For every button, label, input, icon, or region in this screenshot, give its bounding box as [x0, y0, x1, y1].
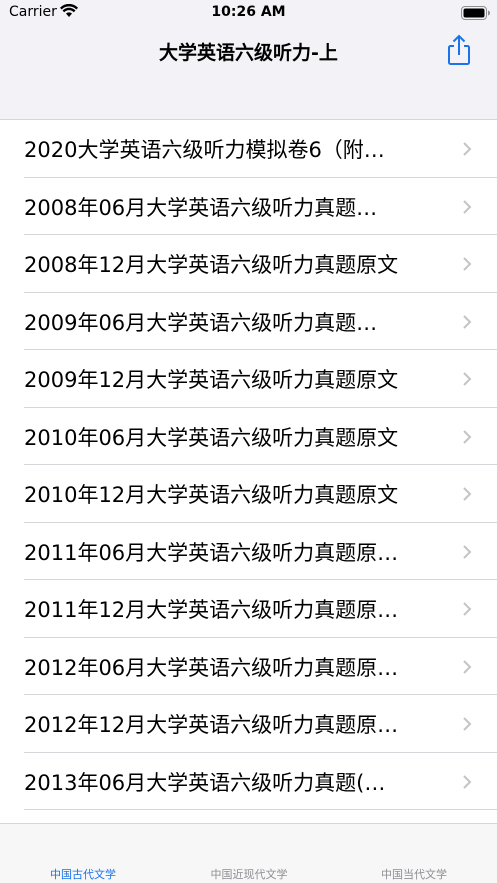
- page-title: 大学英语六级听力-上: [159, 42, 338, 64]
- share-icon: [448, 34, 470, 65]
- list-item-label: 2020大学英语六级听力模拟卷6（附…: [24, 138, 385, 162]
- chevron-right-icon: [463, 314, 472, 329]
- list-item-label: 2010年06月大学英语六级听力真题原文: [24, 425, 399, 450]
- list-item-label: 2011年06月大学英语六级听力真题原…: [24, 540, 399, 565]
- tab-contemporary-literature[interactable]: 中国当代文学: [331, 866, 497, 882]
- tab-modern-literature[interactable]: 中国近现代文学: [166, 866, 332, 882]
- list-item[interactable]: 2020大学英语六级听力模拟卷6（附…: [0, 120, 497, 178]
- tab-ancient-literature[interactable]: 中国古代文学: [0, 866, 166, 882]
- list-item-label: 2012年06月大学英语六级听力真题原…: [24, 655, 399, 680]
- tab-bar: 中国古代文学 中国近现代文学 中国当代文学: [0, 823, 497, 883]
- list-item-label: 2009年06月大学英语六级听力真题…: [24, 310, 378, 335]
- list-item-label: 2008年12月大学英语六级听力真题原文: [24, 253, 399, 277]
- list-item-label: 2010年12月大学英语六级听力真题原文: [24, 483, 399, 507]
- battery-icon: [461, 5, 491, 24]
- list-item-label: 2011年12月大学英语六级听力真题原…: [24, 598, 399, 622]
- status-time: 10:26 AM: [211, 4, 286, 20]
- chevron-right-icon: [463, 544, 472, 559]
- share-button[interactable]: [445, 34, 473, 66]
- chevron-right-icon: [463, 602, 472, 616]
- list-item[interactable]: 2008年06月大学英语六级听力真题…: [0, 178, 497, 236]
- chevron-right-icon: [463, 717, 472, 731]
- chevron-right-icon: [463, 199, 472, 214]
- list-item[interactable]: 2011年06月大学英语六级听力真题原…: [0, 523, 497, 581]
- list-item[interactable]: 2010年12月大学英语六级听力真题原文: [0, 465, 497, 523]
- chevron-right-icon: [463, 257, 472, 271]
- chevron-right-icon: [463, 659, 472, 674]
- list-item[interactable]: 2011年12月大学英语六级听力真题原…: [0, 580, 497, 638]
- list-item-label: 2008年06月大学英语六级听力真题…: [24, 195, 378, 220]
- list-item-label: 2013年06月大学英语六级听力真题(…: [24, 770, 386, 795]
- chevron-right-icon: [463, 774, 472, 789]
- chevron-right-icon: [463, 142, 472, 156]
- list-item[interactable]: 2009年12月大学英语六级听力真题原文: [0, 350, 497, 408]
- list-item[interactable]: 2008年12月大学英语六级听力真题原文: [0, 235, 497, 293]
- status-bar: Carrier 10:26 AM: [0, 0, 497, 24]
- list-item-label: 2009年12月大学英语六级听力真题原文: [24, 368, 399, 392]
- list-item[interactable]: 2012年12月大学英语六级听力真题原…: [0, 695, 497, 753]
- chevron-right-icon: [463, 487, 472, 501]
- list-item[interactable]: 2009年06月大学英语六级听力真题…: [0, 293, 497, 351]
- list-item[interactable]: 2010年06月大学英语六级听力真题原文: [0, 408, 497, 466]
- chevron-right-icon: [463, 429, 472, 444]
- list-item[interactable]: 2012年06月大学英语六级听力真题原…: [0, 638, 497, 696]
- chapter-list: 2020大学英语六级听力模拟卷6（附… 2008年06月大学英语六级听力真题… …: [0, 119, 497, 823]
- chevron-right-icon: [463, 372, 472, 386]
- list-item-label: 2012年12月大学英语六级听力真题原…: [24, 713, 399, 737]
- list-item[interactable]: 2013年06月大学英语六级听力真题(…: [0, 753, 497, 811]
